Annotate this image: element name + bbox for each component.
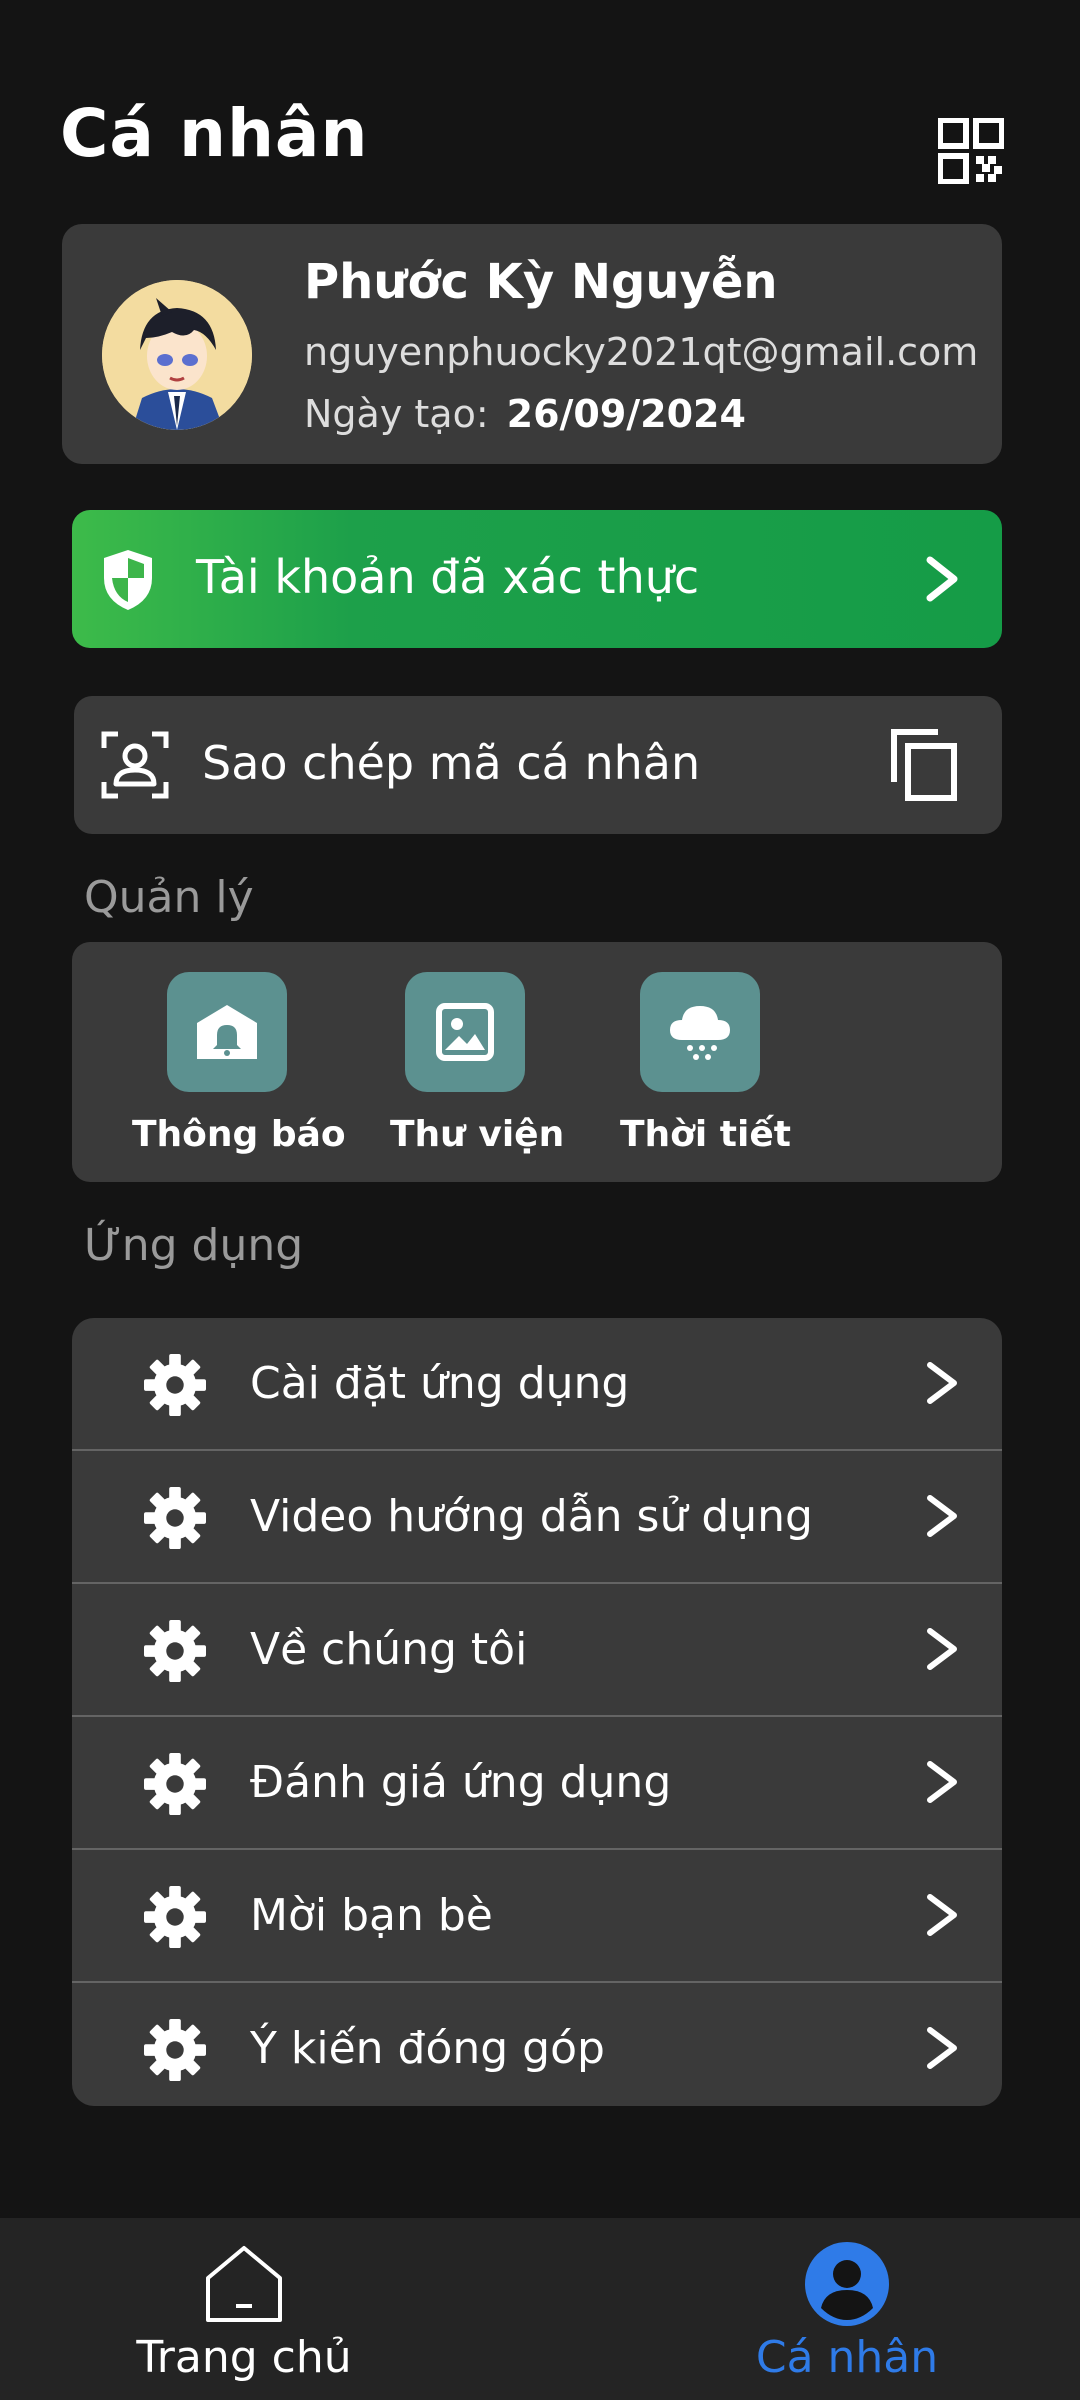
gear-icon: [144, 1487, 206, 1549]
gear-icon: [144, 2019, 206, 2081]
tile-weather[interactable]: Thời tiết: [620, 972, 791, 1155]
list-item-label: Cài đặt ứng dụng: [250, 1358, 630, 1409]
verified-label: Tài khoản đã xác thực: [196, 550, 700, 604]
nav-profile-label: Cá nhân: [755, 2332, 939, 2383]
list-item[interactable]: Về chúng tôi: [72, 1584, 1002, 1717]
copy-code-label: Sao chép mã cá nhân: [202, 736, 701, 790]
profile-screen: Cá nhân Phước Kỳ Nguyễn nguyenphuocky202…: [0, 0, 1080, 2400]
tile-label: Thư viện: [390, 1114, 565, 1155]
tile-label: Thời tiết: [620, 1114, 791, 1155]
page-title: Cá nhân: [60, 95, 369, 172]
person-scan-icon: [101, 731, 169, 799]
bottom-nav: Trang chủ Cá nhân: [0, 2218, 1080, 2400]
list-item[interactable]: Mời bạn bè: [72, 1850, 1002, 1983]
tile-box: [405, 972, 525, 1092]
list-item-label: Ý kiến đóng góp: [250, 2023, 605, 2074]
shield-icon: [104, 550, 152, 610]
nav-home-label: Trang chủ: [136, 2332, 352, 2383]
tile-box: [167, 972, 287, 1092]
profile-created: Ngày tạo: 26/09/2024: [304, 392, 746, 436]
created-date: 26/09/2024: [506, 392, 746, 436]
qr-code-icon[interactable]: [938, 118, 1004, 184]
chevron-right-icon: [927, 2027, 957, 2069]
home-icon: [206, 2246, 282, 2322]
tile-library[interactable]: Thư viện: [390, 972, 565, 1155]
chevron-right-icon: [927, 1495, 957, 1537]
profile-email: nguyenphuocky2021qt@gmail.com: [304, 330, 979, 374]
manage-section-title: Quản lý: [84, 872, 254, 923]
nav-home[interactable]: Trang chủ: [114, 2242, 374, 2383]
bell-icon: [197, 1005, 257, 1059]
gear-icon: [144, 1620, 206, 1682]
tile-label: Thông báo: [132, 1114, 346, 1155]
list-item-label: Đánh giá ứng dụng: [250, 1757, 672, 1808]
apps-section-title: Ứng dụng: [84, 1220, 304, 1271]
profile-name: Phước Kỳ Nguyễn: [304, 254, 778, 310]
copy-personal-code-button[interactable]: Sao chép mã cá nhân: [74, 696, 1002, 834]
gear-icon: [144, 1753, 206, 1815]
copy-icon[interactable]: [890, 728, 958, 802]
chevron-right-icon: [927, 1628, 957, 1670]
list-item[interactable]: Ý kiến đóng góp: [72, 1983, 1002, 2106]
chevron-right-icon: [927, 1362, 957, 1404]
gear-icon: [144, 1354, 206, 1416]
chevron-right-icon: [927, 1761, 957, 1803]
gear-icon: [144, 1886, 206, 1948]
chevron-right-icon: [926, 556, 958, 602]
verified-account-button[interactable]: Tài khoản đã xác thực: [72, 510, 1002, 648]
app-list: Cài đặt ứng dụng Video hướng dẫn sử dụng V…: [72, 1318, 1002, 2106]
list-item[interactable]: Cài đặt ứng dụng: [72, 1318, 1002, 1451]
cloud-snow-icon: [670, 1006, 730, 1060]
image-icon: [436, 1003, 494, 1061]
avatar: [102, 280, 252, 430]
manage-card: Thông báo Thư viện Thời tiết: [72, 942, 1002, 1182]
list-item-label: Video hướng dẫn sử dụng: [250, 1491, 813, 1542]
list-item-label: Về chúng tôi: [250, 1624, 528, 1675]
list-item[interactable]: Video hướng dẫn sử dụng: [72, 1451, 1002, 1584]
tile-notifications[interactable]: Thông báo: [132, 972, 346, 1155]
created-label: Ngày tạo:: [304, 392, 489, 436]
list-item-label: Mời bạn bè: [250, 1890, 493, 1941]
profile-card[interactable]: Phước Kỳ Nguyễn nguyenphuocky2021qt@gmai…: [62, 224, 1002, 464]
list-item[interactable]: Đánh giá ứng dụng: [72, 1717, 1002, 1850]
tile-box: [640, 972, 760, 1092]
user-circle-icon: [805, 2242, 889, 2326]
nav-profile[interactable]: Cá nhân: [717, 2242, 977, 2383]
chevron-right-icon: [927, 1894, 957, 1936]
